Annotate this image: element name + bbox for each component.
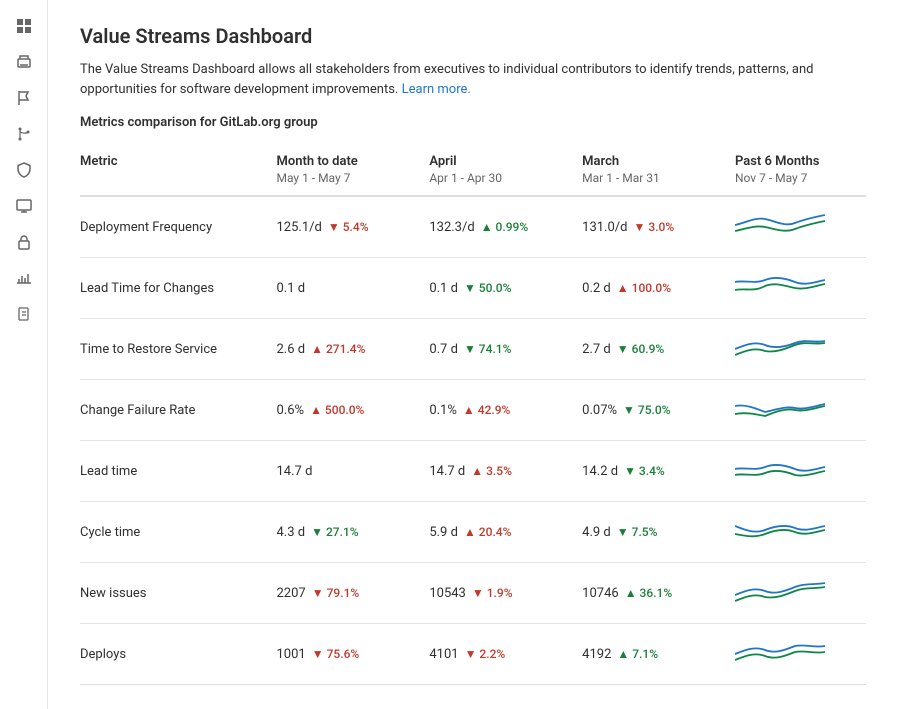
april-cell: 0.1 d50.0% bbox=[429, 258, 582, 319]
sidebar-icon-grid[interactable] bbox=[8, 10, 40, 42]
sidebar-icon-book[interactable] bbox=[8, 298, 40, 330]
april-cell: 14.7 d3.5% bbox=[429, 441, 582, 502]
sidebar-icon-chart[interactable] bbox=[8, 262, 40, 294]
learn-more-link[interactable]: Learn more. bbox=[402, 82, 471, 97]
mtd-cell: 4.3 d27.1% bbox=[277, 502, 430, 563]
sparkline-cell bbox=[735, 258, 866, 319]
march-cell: 0.07%75.0% bbox=[582, 380, 735, 441]
metric-name-cell: Lead Time for Changes bbox=[80, 258, 277, 319]
col-header-metric: Metric bbox=[80, 146, 277, 196]
metric-name-cell: Deployment Frequency bbox=[80, 196, 277, 258]
sparkline-cell bbox=[735, 319, 866, 380]
april-cell: 132.3/d0.99% bbox=[429, 196, 582, 258]
sidebar-icon-merge[interactable] bbox=[8, 118, 40, 150]
main-content: Value Streams Dashboard The Value Stream… bbox=[48, 0, 898, 709]
mtd-cell: 220779.1% bbox=[277, 563, 430, 624]
table-row: Change Failure Rate 0.6%500.0% 0.1%42.9%… bbox=[80, 380, 866, 441]
march-cell: 14.2 d3.4% bbox=[582, 441, 735, 502]
mtd-cell: 14.7 d bbox=[277, 441, 430, 502]
april-cell: 41012.2% bbox=[429, 624, 582, 685]
march-cell: 2.7 d60.9% bbox=[582, 319, 735, 380]
metric-name-cell: Lead time bbox=[80, 441, 277, 502]
table-row: Lead time 14.7 d 14.7 d3.5% 14.2 d3.4% bbox=[80, 441, 866, 502]
metrics-label: Metrics comparison for GitLab.org group bbox=[80, 115, 866, 130]
sparkline-cell bbox=[735, 624, 866, 685]
sidebar bbox=[0, 0, 48, 709]
march-cell: 1074636.1% bbox=[582, 563, 735, 624]
mtd-cell: 0.1 d bbox=[277, 258, 430, 319]
table-row: New issues 220779.1% 105431.9% 1074636.1… bbox=[80, 563, 866, 624]
march-cell: 131.0/d3.0% bbox=[582, 196, 735, 258]
april-cell: 0.7 d74.1% bbox=[429, 319, 582, 380]
table-row: Cycle time 4.3 d27.1% 5.9 d20.4% 4.9 d7.… bbox=[80, 502, 866, 563]
sidebar-icon-monitor[interactable] bbox=[8, 190, 40, 222]
col-header-mtd: Month to date May 1 - May 7 bbox=[277, 146, 430, 196]
page-title: Value Streams Dashboard bbox=[80, 24, 866, 48]
march-cell: 0.2 d100.0% bbox=[582, 258, 735, 319]
col-header-6months: Past 6 Months Nov 7 - May 7 bbox=[735, 146, 866, 196]
sidebar-icon-flag[interactable] bbox=[8, 82, 40, 114]
april-cell: 5.9 d20.4% bbox=[429, 502, 582, 563]
sparkline-cell bbox=[735, 196, 866, 258]
sparkline-cell bbox=[735, 380, 866, 441]
sidebar-icon-printer[interactable] bbox=[8, 46, 40, 78]
metric-name-cell: Deploys bbox=[80, 624, 277, 685]
march-cell: 4.9 d7.5% bbox=[582, 502, 735, 563]
sparkline-cell bbox=[735, 502, 866, 563]
col-header-april: April Apr 1 - Apr 30 bbox=[429, 146, 582, 196]
table-header-row: Metric Month to date May 1 - May 7 April… bbox=[80, 146, 866, 196]
april-cell: 0.1%42.9% bbox=[429, 380, 582, 441]
page-description: The Value Streams Dashboard allows all s… bbox=[80, 60, 866, 99]
table-row: Lead Time for Changes 0.1 d 0.1 d50.0% 0… bbox=[80, 258, 866, 319]
metric-name-cell: Change Failure Rate bbox=[80, 380, 277, 441]
april-cell: 105431.9% bbox=[429, 563, 582, 624]
sparkline-cell bbox=[735, 441, 866, 502]
sparkline-cell bbox=[735, 563, 866, 624]
sidebar-icon-lock[interactable] bbox=[8, 226, 40, 258]
metrics-table: Metric Month to date May 1 - May 7 April… bbox=[80, 146, 866, 685]
mtd-cell: 100175.6% bbox=[277, 624, 430, 685]
table-row: Deploys 100175.6% 41012.2% 41927.1% bbox=[80, 624, 866, 685]
metric-name-cell: Cycle time bbox=[80, 502, 277, 563]
metric-name-cell: New issues bbox=[80, 563, 277, 624]
metric-name-cell: Time to Restore Service bbox=[80, 319, 277, 380]
mtd-cell: 125.1/d5.4% bbox=[277, 196, 430, 258]
mtd-cell: 0.6%500.0% bbox=[277, 380, 430, 441]
table-row: Deployment Frequency 125.1/d5.4% 132.3/d… bbox=[80, 196, 866, 258]
march-cell: 41927.1% bbox=[582, 624, 735, 685]
sidebar-icon-shield[interactable] bbox=[8, 154, 40, 186]
table-row: Time to Restore Service 2.6 d271.4% 0.7 … bbox=[80, 319, 866, 380]
mtd-cell: 2.6 d271.4% bbox=[277, 319, 430, 380]
col-header-march: March Mar 1 - Mar 31 bbox=[582, 146, 735, 196]
